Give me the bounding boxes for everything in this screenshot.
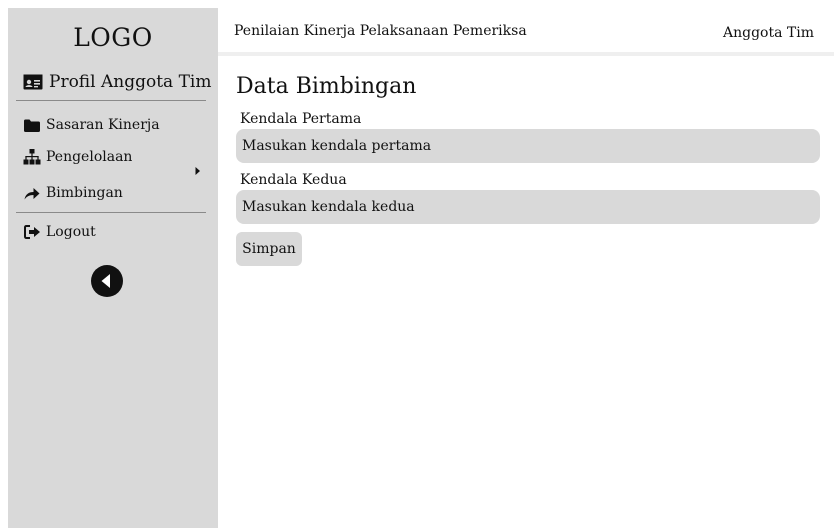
kendala-pertama-input[interactable] bbox=[236, 129, 820, 163]
sidebar: LOGO Profil Anggota Tim Sasaran Kinerja … bbox=[8, 8, 218, 528]
share-arrow-icon bbox=[23, 185, 41, 201]
logo: LOGO bbox=[73, 23, 153, 52]
divider bbox=[16, 212, 206, 213]
app-title: Penilaian Kinerja Pelaksanaan Pemeriksa bbox=[234, 23, 527, 39]
kendala-pertama-label: Kendala Pertama bbox=[240, 111, 362, 127]
sidebar-item-label: Bimbingan bbox=[46, 185, 123, 201]
page-title: Data Bimbingan bbox=[236, 74, 417, 99]
kendala-kedua-input[interactable] bbox=[236, 190, 820, 224]
top-header: Penilaian Kinerja Pelaksanaan Pemeriksa … bbox=[218, 8, 834, 56]
save-button[interactable]: Simpan bbox=[236, 232, 302, 266]
sidebar-item-sasaran-kinerja[interactable]: Sasaran Kinerja bbox=[23, 117, 160, 133]
profile-link[interactable]: Profil Anggota Tim bbox=[23, 72, 211, 92]
sign-out-icon bbox=[23, 224, 41, 240]
folder-icon bbox=[23, 117, 41, 133]
sidebar-item-logout[interactable]: Logout bbox=[23, 224, 96, 240]
sidebar-item-label: Logout bbox=[46, 224, 96, 240]
circle-arrow-left-icon[interactable] bbox=[90, 264, 124, 298]
caret-right-icon[interactable] bbox=[194, 161, 202, 175]
divider bbox=[16, 100, 206, 101]
sidebar-item-bimbingan[interactable]: Bimbingan bbox=[23, 185, 123, 201]
sidebar-item-pengelolaan[interactable]: Pengelolaan bbox=[23, 149, 132, 165]
user-role: Anggota Tim bbox=[723, 25, 814, 41]
app: LOGO Profil Anggota Tim Sasaran Kinerja … bbox=[0, 0, 834, 528]
kendala-kedua-label: Kendala Kedua bbox=[240, 172, 347, 188]
id-card-icon bbox=[23, 73, 43, 91]
sidebar-item-label: Sasaran Kinerja bbox=[46, 117, 160, 133]
profile-label: Profil Anggota Tim bbox=[49, 72, 212, 92]
sitemap-icon bbox=[23, 149, 41, 165]
sidebar-item-label: Pengelolaan bbox=[46, 149, 133, 165]
